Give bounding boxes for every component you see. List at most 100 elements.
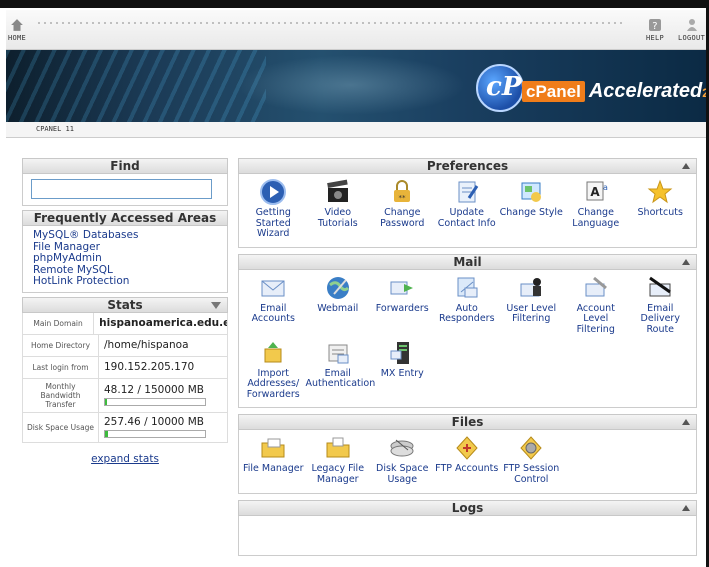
stats-bandwidth-cell: 48.12 / 150000 MB (99, 384, 206, 407)
section-item-label: Auto Responders (438, 302, 495, 325)
banner-light-streaks (6, 50, 266, 122)
stats-label: Main Domain (23, 312, 95, 334)
mx-server-icon (390, 341, 410, 364)
disk-icon (390, 439, 414, 457)
stats-row: Disk Space Usage 257.46 / 10000 MB (22, 412, 228, 443)
frequent-link-hotlink[interactable]: HotLink Protection (33, 276, 219, 288)
section-item[interactable]: Shortcuts (628, 178, 693, 243)
disk-progress-bar (104, 430, 206, 439)
stats-header[interactable]: Stats (22, 296, 228, 313)
collapse-arrow-icon[interactable] (682, 163, 690, 169)
section-item[interactable]: Forwarders (370, 274, 435, 339)
frequent-areas: Frequently Accessed Areas MySQL® Databas… (22, 210, 228, 293)
clapper-icon (326, 179, 348, 202)
section-item-label: File Manager (242, 463, 304, 475)
stats-label: Home Directory (23, 334, 99, 356)
delivery-route-icon (649, 276, 672, 297)
section-item-label: MX Entry (380, 367, 424, 379)
globe-icon (326, 276, 349, 299)
expand-stats-link[interactable]: expand stats (22, 453, 228, 465)
section-item[interactable]: Change Style (499, 178, 564, 243)
section-item[interactable]: Import Addresses/ Forwarders (241, 339, 306, 404)
section-item-label: Shortcuts (637, 207, 683, 218)
mail-title: Mail (453, 254, 482, 269)
section-item-label: Change Style (499, 207, 563, 218)
ftp-icon (456, 436, 478, 461)
star-icon (647, 179, 673, 204)
notepad-icon (458, 181, 478, 203)
logs-title: Logs (451, 500, 484, 515)
section-item[interactable]: MX Entry (370, 339, 435, 404)
ftp-session-icon (520, 436, 542, 461)
svg-text:A: A (590, 185, 600, 199)
main-content: Preferences Getting Started Wizard Video … (238, 158, 697, 556)
preferences-header[interactable]: Preferences (238, 158, 697, 174)
logout-button[interactable]: LOGOUT (678, 18, 705, 42)
language-icon: Aa (586, 181, 608, 201)
home-button[interactable]: HOME (8, 18, 26, 42)
collapse-arrow-icon[interactable] (682, 504, 690, 511)
stats-disk-cell: 257.46 / 10000 MB (99, 416, 206, 439)
section-item[interactable]: User Level Filtering (499, 274, 564, 339)
section-item[interactable]: Email Authentication (306, 339, 375, 404)
forward-icon (390, 281, 414, 295)
section-item-label: Disk Space Usage (376, 463, 429, 485)
stats-value: 48.12 / 150000 MB (104, 384, 204, 397)
section-item[interactable]: Webmail (306, 274, 371, 339)
section-item[interactable]: File Manager (241, 434, 306, 488)
section-item-label: Import Addresses/ Forwarders (246, 367, 300, 400)
bandwidth-progress-bar (104, 398, 206, 407)
breadcrumb[interactable]: CPANEL 11 (36, 125, 74, 133)
section-item[interactable]: Aa Change Language (564, 178, 629, 243)
section-item[interactable]: Getting Started Wizard (241, 178, 306, 243)
section-item[interactable]: Account Level Filtering (564, 274, 629, 339)
stats-panel: Stats Main Domain hispanoamerica.edu.ec … (22, 296, 228, 465)
section-item-label: Change Language (572, 207, 620, 229)
folder-legacy-icon (326, 437, 350, 458)
frequent-link-mysql[interactable]: MySQL® Databases (33, 229, 219, 242)
section-item[interactable]: Video Tutorials (306, 178, 371, 243)
home-icon (11, 19, 23, 31)
disk-progress-fill (105, 431, 108, 438)
section-item[interactable]: FTP Accounts (435, 434, 500, 488)
section-item[interactable]: Auto Responders (435, 274, 500, 339)
section-item-label: FTP Session Control (503, 463, 560, 485)
section-item-label: Update Contact Info (437, 207, 496, 229)
section-item-label: Change Password (380, 207, 425, 229)
section-item[interactable]: Legacy File Manager (306, 434, 371, 488)
section-item[interactable]: Email Accounts (241, 274, 306, 339)
files-title: Files (451, 415, 484, 430)
stats-row: Monthly Bandwidth Transfer 48.12 / 15000… (22, 378, 228, 413)
section-item-label: Legacy File Manager (311, 463, 365, 485)
find-input[interactable] (31, 179, 212, 199)
section-item-label: Account Level Filtering (576, 302, 615, 335)
auto-reply-icon (457, 277, 478, 298)
section-item-label: Webmail (317, 302, 359, 314)
section-item[interactable]: ** Change Password (370, 178, 435, 243)
home-label: HOME (8, 34, 27, 42)
stats-label: Last login from (23, 356, 99, 378)
help-label: HELP (646, 34, 665, 42)
help-button[interactable]: ? HELP (646, 18, 664, 42)
files-header[interactable]: Files (238, 414, 697, 431)
collapse-arrow-icon[interactable] (682, 258, 690, 265)
section-item[interactable]: Email Delivery Route (628, 274, 693, 339)
auth-icon (328, 344, 349, 364)
breadcrumb-bar: CPANEL 11 (6, 122, 706, 138)
section-item-label: FTP Accounts (435, 463, 499, 475)
svg-text:a: a (603, 183, 608, 192)
find-box (22, 174, 228, 206)
help-icon: ? (649, 19, 662, 32)
section-item[interactable]: Disk Space Usage (370, 434, 435, 488)
logo-cp-glyph: cP (486, 72, 522, 102)
style-icon (521, 182, 542, 202)
section-item[interactable]: FTP Session Control (499, 434, 564, 488)
collapse-arrow-icon[interactable] (682, 419, 690, 426)
section-item-label: Email Authentication (305, 367, 376, 390)
logs-header[interactable]: Logs (238, 499, 697, 516)
account-filter-icon (585, 276, 607, 297)
collapse-triangle-icon[interactable] (211, 301, 221, 309)
stats-label: Monthly Bandwidth Transfer (23, 378, 99, 412)
mail-header[interactable]: Mail (238, 253, 697, 270)
section-item[interactable]: Update Contact Info (435, 178, 500, 243)
